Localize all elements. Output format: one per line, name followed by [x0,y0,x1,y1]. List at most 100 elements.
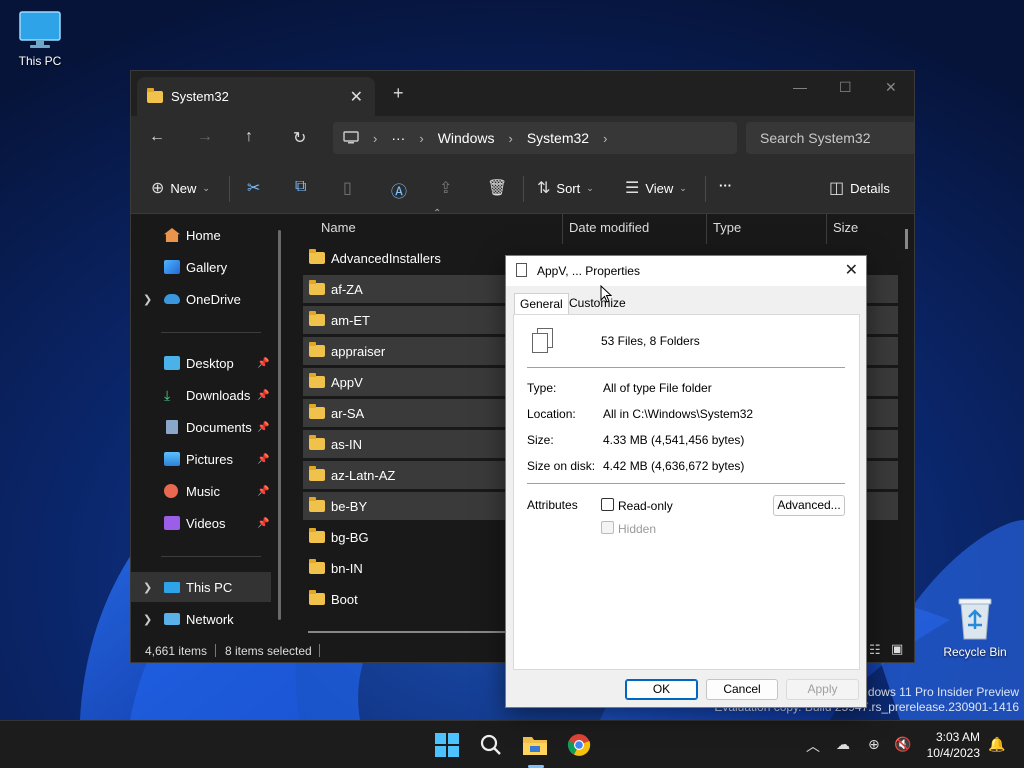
horizontal-scrollbar[interactable] [308,631,508,633]
chrome-icon[interactable] [566,733,592,757]
forward-button[interactable]: → [197,128,213,146]
more-options-button[interactable]: ··· [719,178,732,193]
folder-icon [309,404,325,419]
chevron-down-icon: ⌄ [586,182,594,193]
sidebar-item-label: Music [186,483,220,499]
readonly-checkbox[interactable] [601,498,614,511]
copy-button[interactable]: ⧉ [295,178,306,196]
search-input[interactable]: Search System32 [746,122,914,154]
chevron-right-icon: › [508,130,513,146]
close-tab-icon[interactable]: ✕ [350,87,363,107]
tab-general[interactable]: General [514,293,569,315]
minimize-button[interactable]: — [793,79,807,95]
clock[interactable]: 3:03 AM 10/4/2023 [918,729,980,761]
sidebar-item-label: This PC [186,579,233,595]
readonly-label[interactable]: Read-only [618,499,673,513]
share-button[interactable]: ⇪ [439,178,452,198]
onedrive-icon[interactable]: ☁ [836,736,850,753]
details-pane-icon: ◫ [829,180,845,197]
back-button[interactable]: ← [149,128,165,146]
share-icon: ⇪ [439,180,453,197]
column-header-size[interactable]: Size [833,220,858,235]
cancel-button[interactable]: Cancel [706,679,778,700]
notification-bell-icon[interactable]: 🔔 [988,736,1005,753]
tab-system32[interactable]: System32 ✕ [137,77,375,116]
column-header-name[interactable]: Name [321,220,356,235]
gallery-icon [164,260,180,274]
sidebar-item-desktop[interactable]: Desktop 📌 [131,348,271,378]
sidebar-item-network[interactable]: ❯ Network [131,604,271,634]
taskbar: ︿ ☁ ⊕ 🔇 3:03 AM 10/4/2023 🔔 [0,720,1024,768]
type-value: All of type File folder [603,381,712,395]
sort-button[interactable]: ⇅ Sort ⌄ [537,178,594,198]
column-divider[interactable] [706,214,707,244]
size-on-disk-value: 4.42 MB (4,636,672 bytes) [603,459,745,473]
divider [161,332,261,333]
breadcrumb-overflow[interactable]: ··· [391,130,405,146]
apply-button[interactable]: Apply [786,679,859,700]
column-header-type[interactable]: Type [713,220,741,235]
new-tab-button[interactable]: + [393,83,404,104]
sidebar-item-home[interactable]: Home [131,220,271,250]
ok-button[interactable]: OK [625,679,698,700]
desktop-icon-recycle-bin[interactable]: Recycle Bin [937,595,1013,659]
sidebar-item-onedrive[interactable]: ❯ OneDrive [131,284,271,314]
column-divider[interactable] [562,214,563,244]
close-dialog-button[interactable]: ✕ [845,260,858,280]
sidebar-item-videos[interactable]: Videos 📌 [131,508,271,538]
rename-button[interactable]: Ⓐ [391,178,407,202]
volume-icon[interactable]: 🔇 [894,736,911,753]
breadcrumb-windows[interactable]: Windows [438,130,495,146]
desktop-icon-this-pc[interactable]: This PC [2,10,78,68]
desktop-icon-label: Recycle Bin [943,645,1007,659]
sidebar-item-label: Home [186,227,221,243]
sidebar-item-label: Gallery [186,259,228,275]
network-globe-icon[interactable]: ⊕ [868,736,880,753]
up-button[interactable]: ↑ [245,128,253,146]
sidebar-item-pictures[interactable]: Pictures 📌 [131,444,271,474]
details-button[interactable]: ◫ Details [829,178,890,198]
vertical-scrollbar[interactable] [905,229,908,249]
file-name: ar-SA [331,405,365,421]
computer-icon [19,11,61,48]
column-header-date-modified[interactable]: Date modified [569,220,649,235]
chevron-up-icon[interactable]: ︿ [806,736,820,756]
tab-customize[interactable]: Customize [564,293,631,315]
sidebar-scrollbar[interactable] [278,230,281,620]
sidebar-item-documents[interactable]: Documents 📌 [131,412,271,442]
item-count: 4,661 items [145,644,208,658]
sidebar-item-music[interactable]: Music 📌 [131,476,271,506]
folder-icon [309,373,325,388]
paste-button[interactable]: ▯ [343,178,352,198]
maximize-button[interactable]: ☐ [839,79,852,96]
sort-ascending-icon: ⌃ [433,208,442,219]
sidebar-item-this-pc[interactable]: ❯ This PC [131,572,271,602]
breadcrumb-system32[interactable]: System32 [527,130,589,146]
address-bar[interactable]: › ··· › Windows › System32 › [333,122,737,154]
cut-icon: ✂ [247,180,261,197]
refresh-button[interactable]: ↻ [293,128,306,148]
advanced-button[interactable]: Advanced... [773,495,845,516]
separator [705,176,706,202]
file-explorer-icon[interactable] [522,733,548,757]
new-button[interactable]: ⊕ New ⌄ [151,178,210,198]
sidebar-item-gallery[interactable]: Gallery [131,252,271,282]
tiles-view-icon[interactable]: ▣ [891,641,903,657]
download-icon: ⤓ [164,387,171,403]
chevron-down-icon: ⌄ [202,182,210,193]
chevron-right-icon: ❯ [143,293,153,306]
start-icon[interactable] [434,733,460,757]
details-label: Details [850,180,890,196]
mouse-pointer-icon [600,285,612,303]
view-button[interactable]: ☰ View ⌄ [625,178,687,198]
sidebar-item-downloads[interactable]: ⤓ Downloads 📌 [131,380,271,410]
close-window-button[interactable]: ✕ [885,79,897,96]
search-icon[interactable] [478,733,504,757]
file-name: AppV [331,374,363,390]
details-view-icon[interactable]: ☷ [869,642,881,658]
column-divider[interactable] [826,214,827,244]
cut-button[interactable]: ✂ [247,178,260,198]
file-name: am-ET [331,312,370,328]
delete-button[interactable]: 🗑 [487,178,507,198]
hidden-checkbox[interactable] [601,521,614,534]
